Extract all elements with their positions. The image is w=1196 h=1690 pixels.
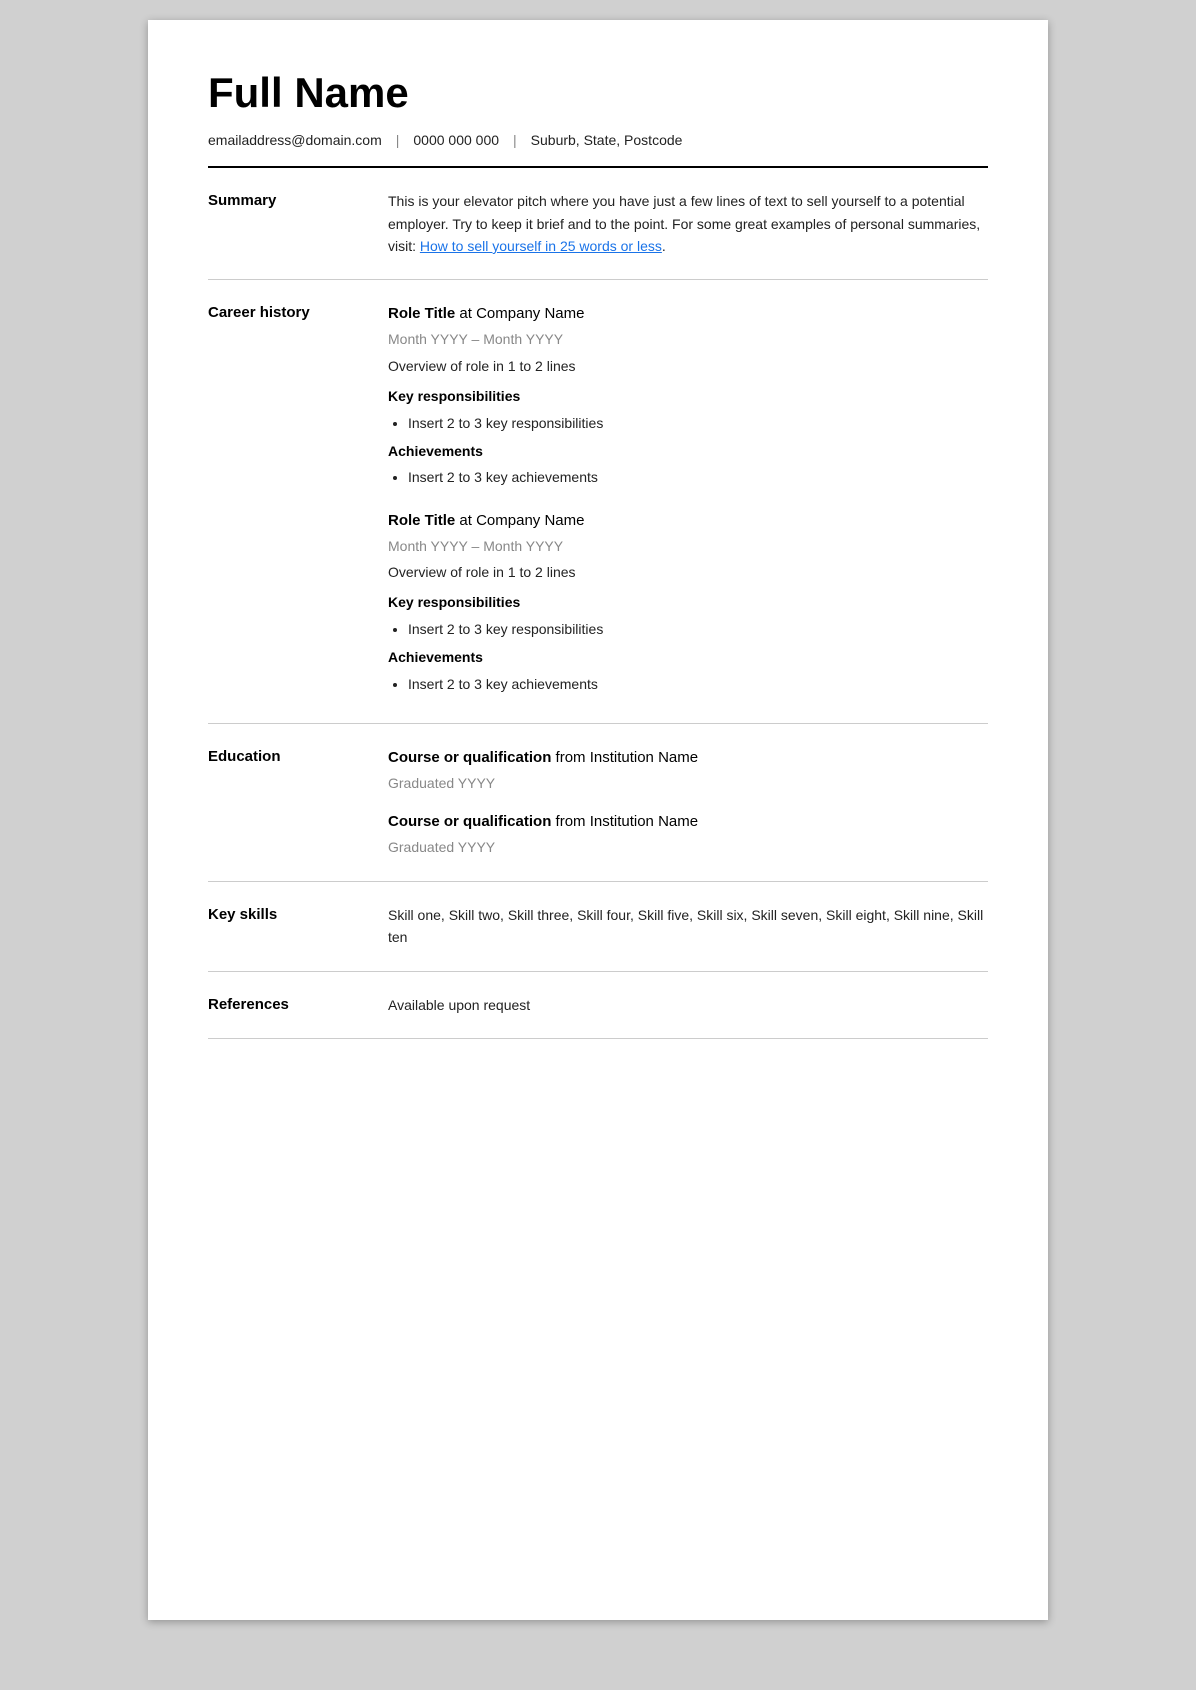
list-item: Insert 2 to 3 key achievements (408, 466, 988, 488)
job-1-achievements-heading: Achievements (388, 440, 988, 462)
career-history-section: Career history Role Title at Company Nam… (208, 280, 988, 724)
job-1-company: at Company Name (459, 305, 584, 322)
job-2-achievements-heading: Achievements (388, 646, 988, 668)
edu-2-graduated: Graduated YYYY (388, 836, 988, 858)
edu-1-qualification: Course or qualification (388, 749, 551, 766)
skills-text: Skill one, Skill two, Skill three, Skill… (388, 904, 988, 949)
key-skills-label: Key skills (208, 904, 388, 923)
summary-content: This is your elevator pitch where you ha… (388, 190, 988, 257)
references-label: References (208, 994, 388, 1013)
job-2-achievements-list: Insert 2 to 3 key achievements (388, 673, 988, 695)
education-section: Education Course or qualification from I… (208, 724, 988, 882)
email: emailaddress@domain.com (208, 132, 382, 148)
contact-bar: emailaddress@domain.com | 0000 000 000 |… (208, 132, 988, 148)
career-history-label: Career history (208, 302, 388, 321)
job-1-overview: Overview of role in 1 to 2 lines (388, 355, 988, 377)
key-skills-content: Skill one, Skill two, Skill three, Skill… (388, 904, 988, 949)
job-2-title: Role Title (388, 512, 455, 529)
edu-1-graduated: Graduated YYYY (388, 772, 988, 794)
job-2-responsibilities-list: Insert 2 to 3 key responsibilities (388, 618, 988, 640)
key-skills-section: Key skills Skill one, Skill two, Skill t… (208, 882, 988, 972)
edu-1-institution: from Institution Name (556, 749, 699, 766)
edu-block-1: Course or qualification from Institution… (388, 746, 988, 794)
summary-link[interactable]: How to sell yourself in 25 words or less (420, 238, 662, 254)
separator-1: | (396, 132, 400, 148)
career-history-content: Role Title at Company Name Month YYYY – … (388, 302, 988, 701)
job-1-responsibilities-heading: Key responsibilities (388, 385, 988, 407)
phone: 0000 000 000 (413, 132, 499, 148)
edu-block-2: Course or qualification from Institution… (388, 810, 988, 858)
job-2-title-line: Role Title at Company Name (388, 509, 988, 533)
job-block-1: Role Title at Company Name Month YYYY – … (388, 302, 988, 488)
full-name: Full Name (208, 70, 988, 116)
references-section: References Available upon request (208, 972, 988, 1039)
list-item: Insert 2 to 3 key responsibilities (408, 618, 988, 640)
list-item: Insert 2 to 3 key achievements (408, 673, 988, 695)
job-block-2: Role Title at Company Name Month YYYY – … (388, 509, 988, 695)
job-1-responsibilities-list: Insert 2 to 3 key responsibilities (388, 412, 988, 434)
header: Full Name emailaddress@domain.com | 0000… (208, 70, 988, 168)
summary-label: Summary (208, 190, 388, 209)
summary-section: Summary This is your elevator pitch wher… (208, 168, 988, 280)
list-item: Insert 2 to 3 key responsibilities (408, 412, 988, 434)
resume-page: Full Name emailaddress@domain.com | 0000… (148, 20, 1048, 1620)
job-2-responsibilities-heading: Key responsibilities (388, 591, 988, 613)
edu-2-title-line: Course or qualification from Institution… (388, 810, 988, 834)
summary-text-after: . (662, 238, 666, 254)
edu-2-institution: from Institution Name (556, 813, 699, 830)
references-content: Available upon request (388, 994, 988, 1016)
education-label: Education (208, 746, 388, 765)
edu-1-title-line: Course or qualification from Institution… (388, 746, 988, 770)
edu-2-qualification: Course or qualification (388, 813, 551, 830)
job-2-overview: Overview of role in 1 to 2 lines (388, 561, 988, 583)
location: Suburb, State, Postcode (531, 132, 683, 148)
job-1-achievements-list: Insert 2 to 3 key achievements (388, 466, 988, 488)
job-1-title: Role Title (388, 305, 455, 322)
job-1-title-line: Role Title at Company Name (388, 302, 988, 326)
education-content: Course or qualification from Institution… (388, 746, 988, 859)
job-2-dates: Month YYYY – Month YYYY (388, 535, 988, 557)
references-text: Available upon request (388, 994, 988, 1016)
job-1-dates: Month YYYY – Month YYYY (388, 328, 988, 350)
separator-2: | (513, 132, 517, 148)
summary-text: This is your elevator pitch where you ha… (388, 190, 988, 257)
job-2-company: at Company Name (459, 512, 584, 529)
